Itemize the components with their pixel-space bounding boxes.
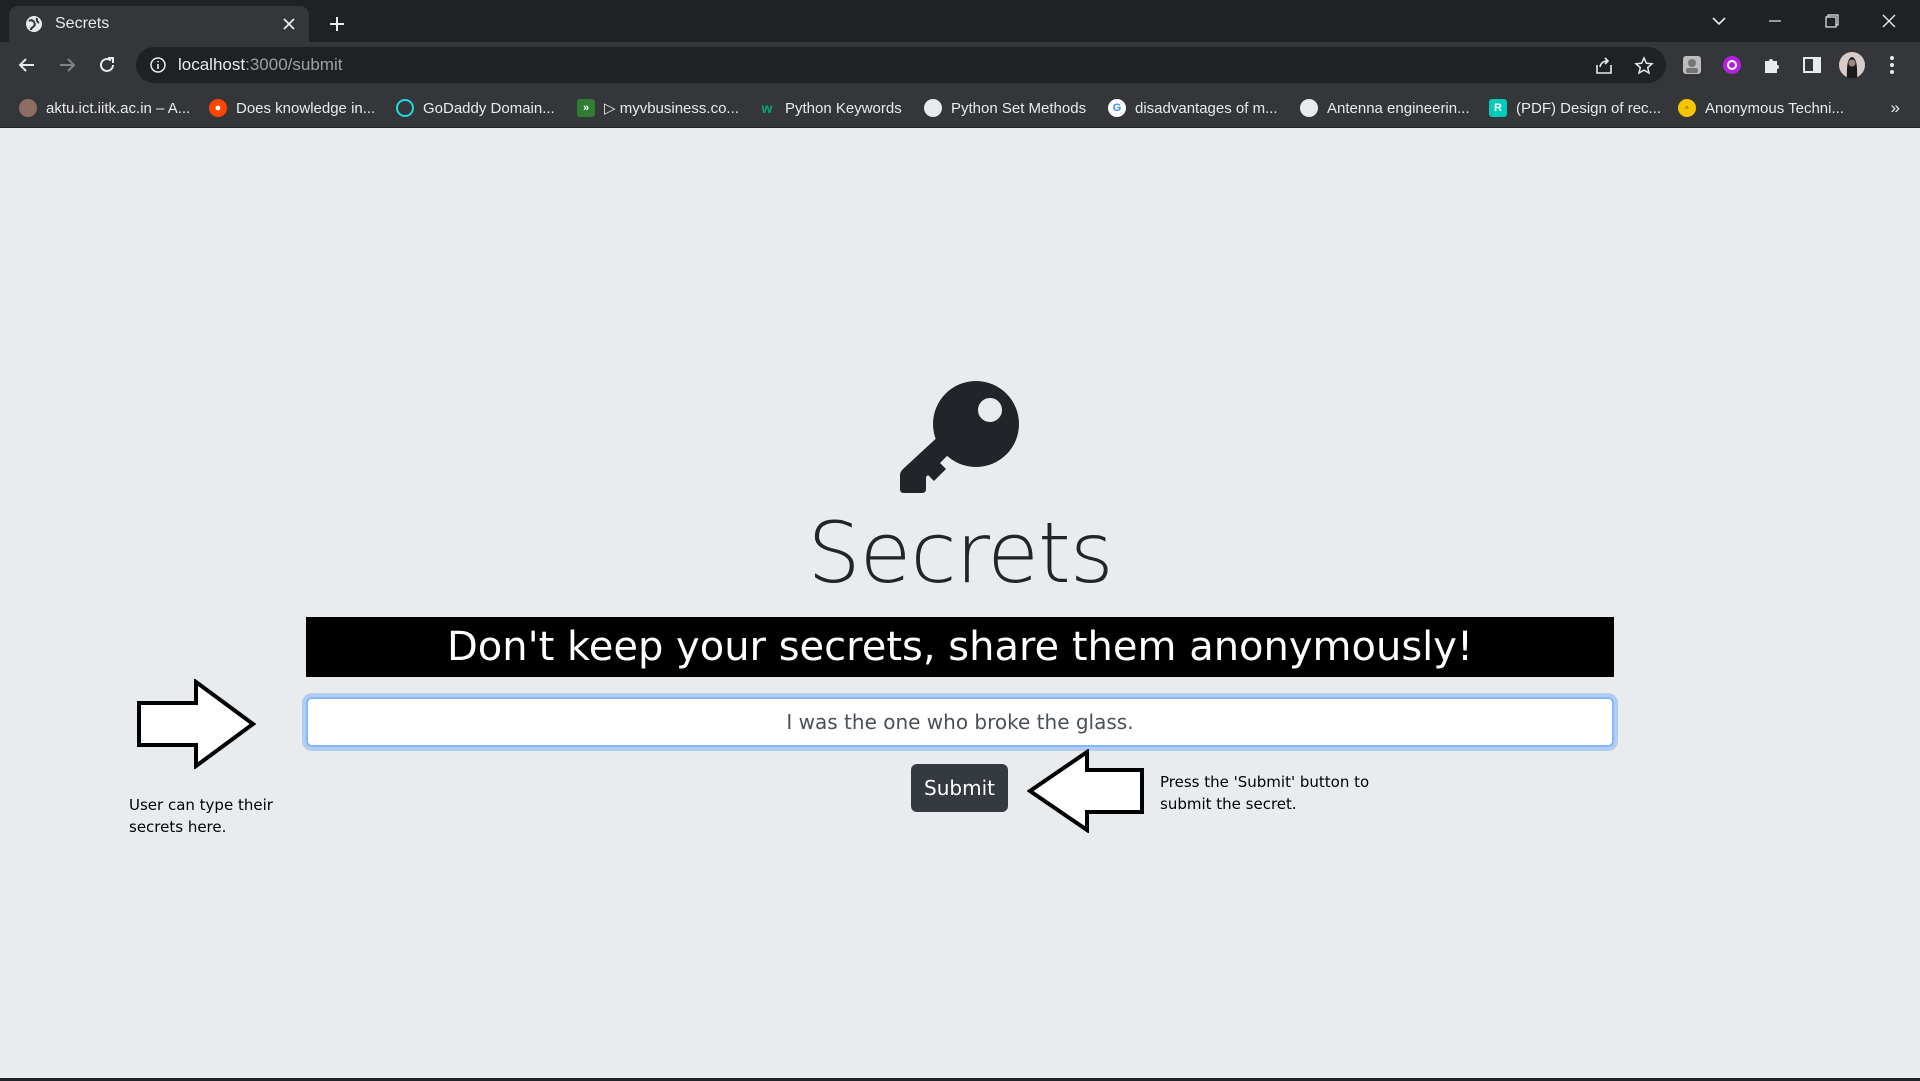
bookmark-item[interactable]: G disadvantages of m...: [1108, 88, 1278, 128]
tagline-text: Don't keep your secrets, share them anon…: [446, 624, 1474, 670]
bookmark-item[interactable]: Python Set Methods: [924, 88, 1086, 128]
brand-title: Secrets: [807, 504, 1113, 602]
bookmark-item[interactable]: aktu.ict.iitk.ac.in – A...: [19, 88, 190, 128]
bookmark-label: Antenna engineerin...: [1327, 99, 1470, 117]
reload-icon[interactable]: [91, 49, 123, 81]
bookmark-item[interactable]: R (PDF) Design of rec...: [1489, 88, 1661, 128]
profile-avatar[interactable]: [1836, 49, 1868, 81]
globe-icon: [924, 99, 942, 117]
bookmark-label: disadvantages of m...: [1135, 99, 1278, 117]
bookmark-item[interactable]: GoDaddy Domain...: [396, 88, 555, 128]
google-icon: G: [1108, 99, 1126, 117]
w3-icon: w: [761, 100, 773, 116]
university-seal-icon: [19, 99, 37, 117]
bookmark-label: Python Set Methods: [951, 99, 1087, 117]
globe-icon: [25, 15, 43, 33]
url-host: localhost: [178, 55, 246, 74]
extension-icon[interactable]: [1676, 49, 1708, 81]
annotation-right-line: Press the 'Submit' button to: [1160, 773, 1370, 791]
side-panel-icon[interactable]: [1796, 49, 1828, 81]
bookmark-item[interactable]: ● Does knowledge in...: [209, 88, 375, 128]
arrow-right-icon: [137, 679, 256, 769]
tab-title: Secrets: [55, 15, 110, 32]
godaddy-icon: [396, 99, 414, 117]
url-path: :3000/submit: [245, 55, 343, 74]
restore-icon[interactable]: [1809, 0, 1855, 42]
back-icon[interactable]: [11, 49, 43, 81]
site-info-icon[interactable]: [150, 57, 166, 73]
bookmark-label: aktu.ict.iitk.ac.in – A...: [46, 99, 191, 117]
submit-button[interactable]: Submit: [911, 764, 1008, 812]
tab-search-icon[interactable]: [1696, 0, 1742, 42]
key-icon: [898, 377, 1024, 503]
extension-purple-icon[interactable]: [1716, 49, 1748, 81]
minimize-icon[interactable]: [1752, 0, 1798, 42]
bookmark-item[interactable]: » ▷ myvbusiness.co...: [577, 88, 739, 128]
annotation-right-line: submit the secret.: [1160, 795, 1297, 813]
reddit-icon: ●: [209, 99, 227, 117]
menu-kebab-icon[interactable]: [1876, 49, 1908, 81]
tab-strip: Secrets: [0, 0, 1920, 42]
tab-secrets[interactable]: Secrets: [9, 6, 309, 42]
share-icon[interactable]: [1592, 54, 1616, 78]
address-bar[interactable]: localhost:3000/submit: [136, 47, 1666, 83]
close-window-icon[interactable]: [1866, 0, 1912, 42]
chevrons-icon: »: [577, 99, 595, 117]
bookmarks-bar: aktu.ict.iitk.ac.in – A... ● Does knowle…: [0, 88, 1920, 128]
forward-icon[interactable]: [51, 49, 83, 81]
puzzle-icon[interactable]: [1756, 49, 1788, 81]
arrow-left-icon: [1027, 749, 1144, 833]
annotation-left: User can type their secrets here.: [129, 794, 273, 838]
page-body: Secrets Don't keep your secrets, share t…: [0, 129, 1920, 1081]
bookmark-label: Does knowledge in...: [236, 99, 376, 117]
tagline-banner: Don't keep your secrets, share them anon…: [306, 617, 1614, 677]
browser-toolbar: localhost:3000/submit: [0, 42, 1920, 88]
bookmark-label: Anonymous Techni...: [1705, 99, 1844, 117]
close-tab-icon[interactable]: [279, 14, 299, 34]
bookmarks-overflow-button[interactable]: »: [1891, 88, 1900, 128]
bookmark-label: Python Keywords: [785, 99, 902, 117]
new-tab-button[interactable]: [322, 9, 352, 39]
anonymous-mask-icon: ◦: [1678, 99, 1696, 117]
globe-icon: [1300, 99, 1318, 117]
bookmark-item[interactable]: Antenna engineerin...: [1300, 88, 1470, 128]
researchgate-icon: R: [1489, 99, 1507, 117]
bookmark-item[interactable]: w Python Keywords: [758, 88, 902, 128]
secret-input[interactable]: [306, 697, 1614, 747]
annotation-right: Press the 'Submit' button to submit the …: [1160, 771, 1369, 815]
bookmark-item[interactable]: ◦ Anonymous Techni...: [1678, 88, 1844, 128]
bookmark-label: ▷ myvbusiness.co...: [604, 100, 739, 117]
annotation-left-line: secrets here.: [129, 818, 227, 836]
bookmark-label: (PDF) Design of rec...: [1516, 99, 1662, 117]
star-icon[interactable]: [1632, 54, 1656, 78]
bookmark-label: GoDaddy Domain...: [423, 99, 555, 117]
annotation-left-line: User can type their: [129, 796, 273, 814]
